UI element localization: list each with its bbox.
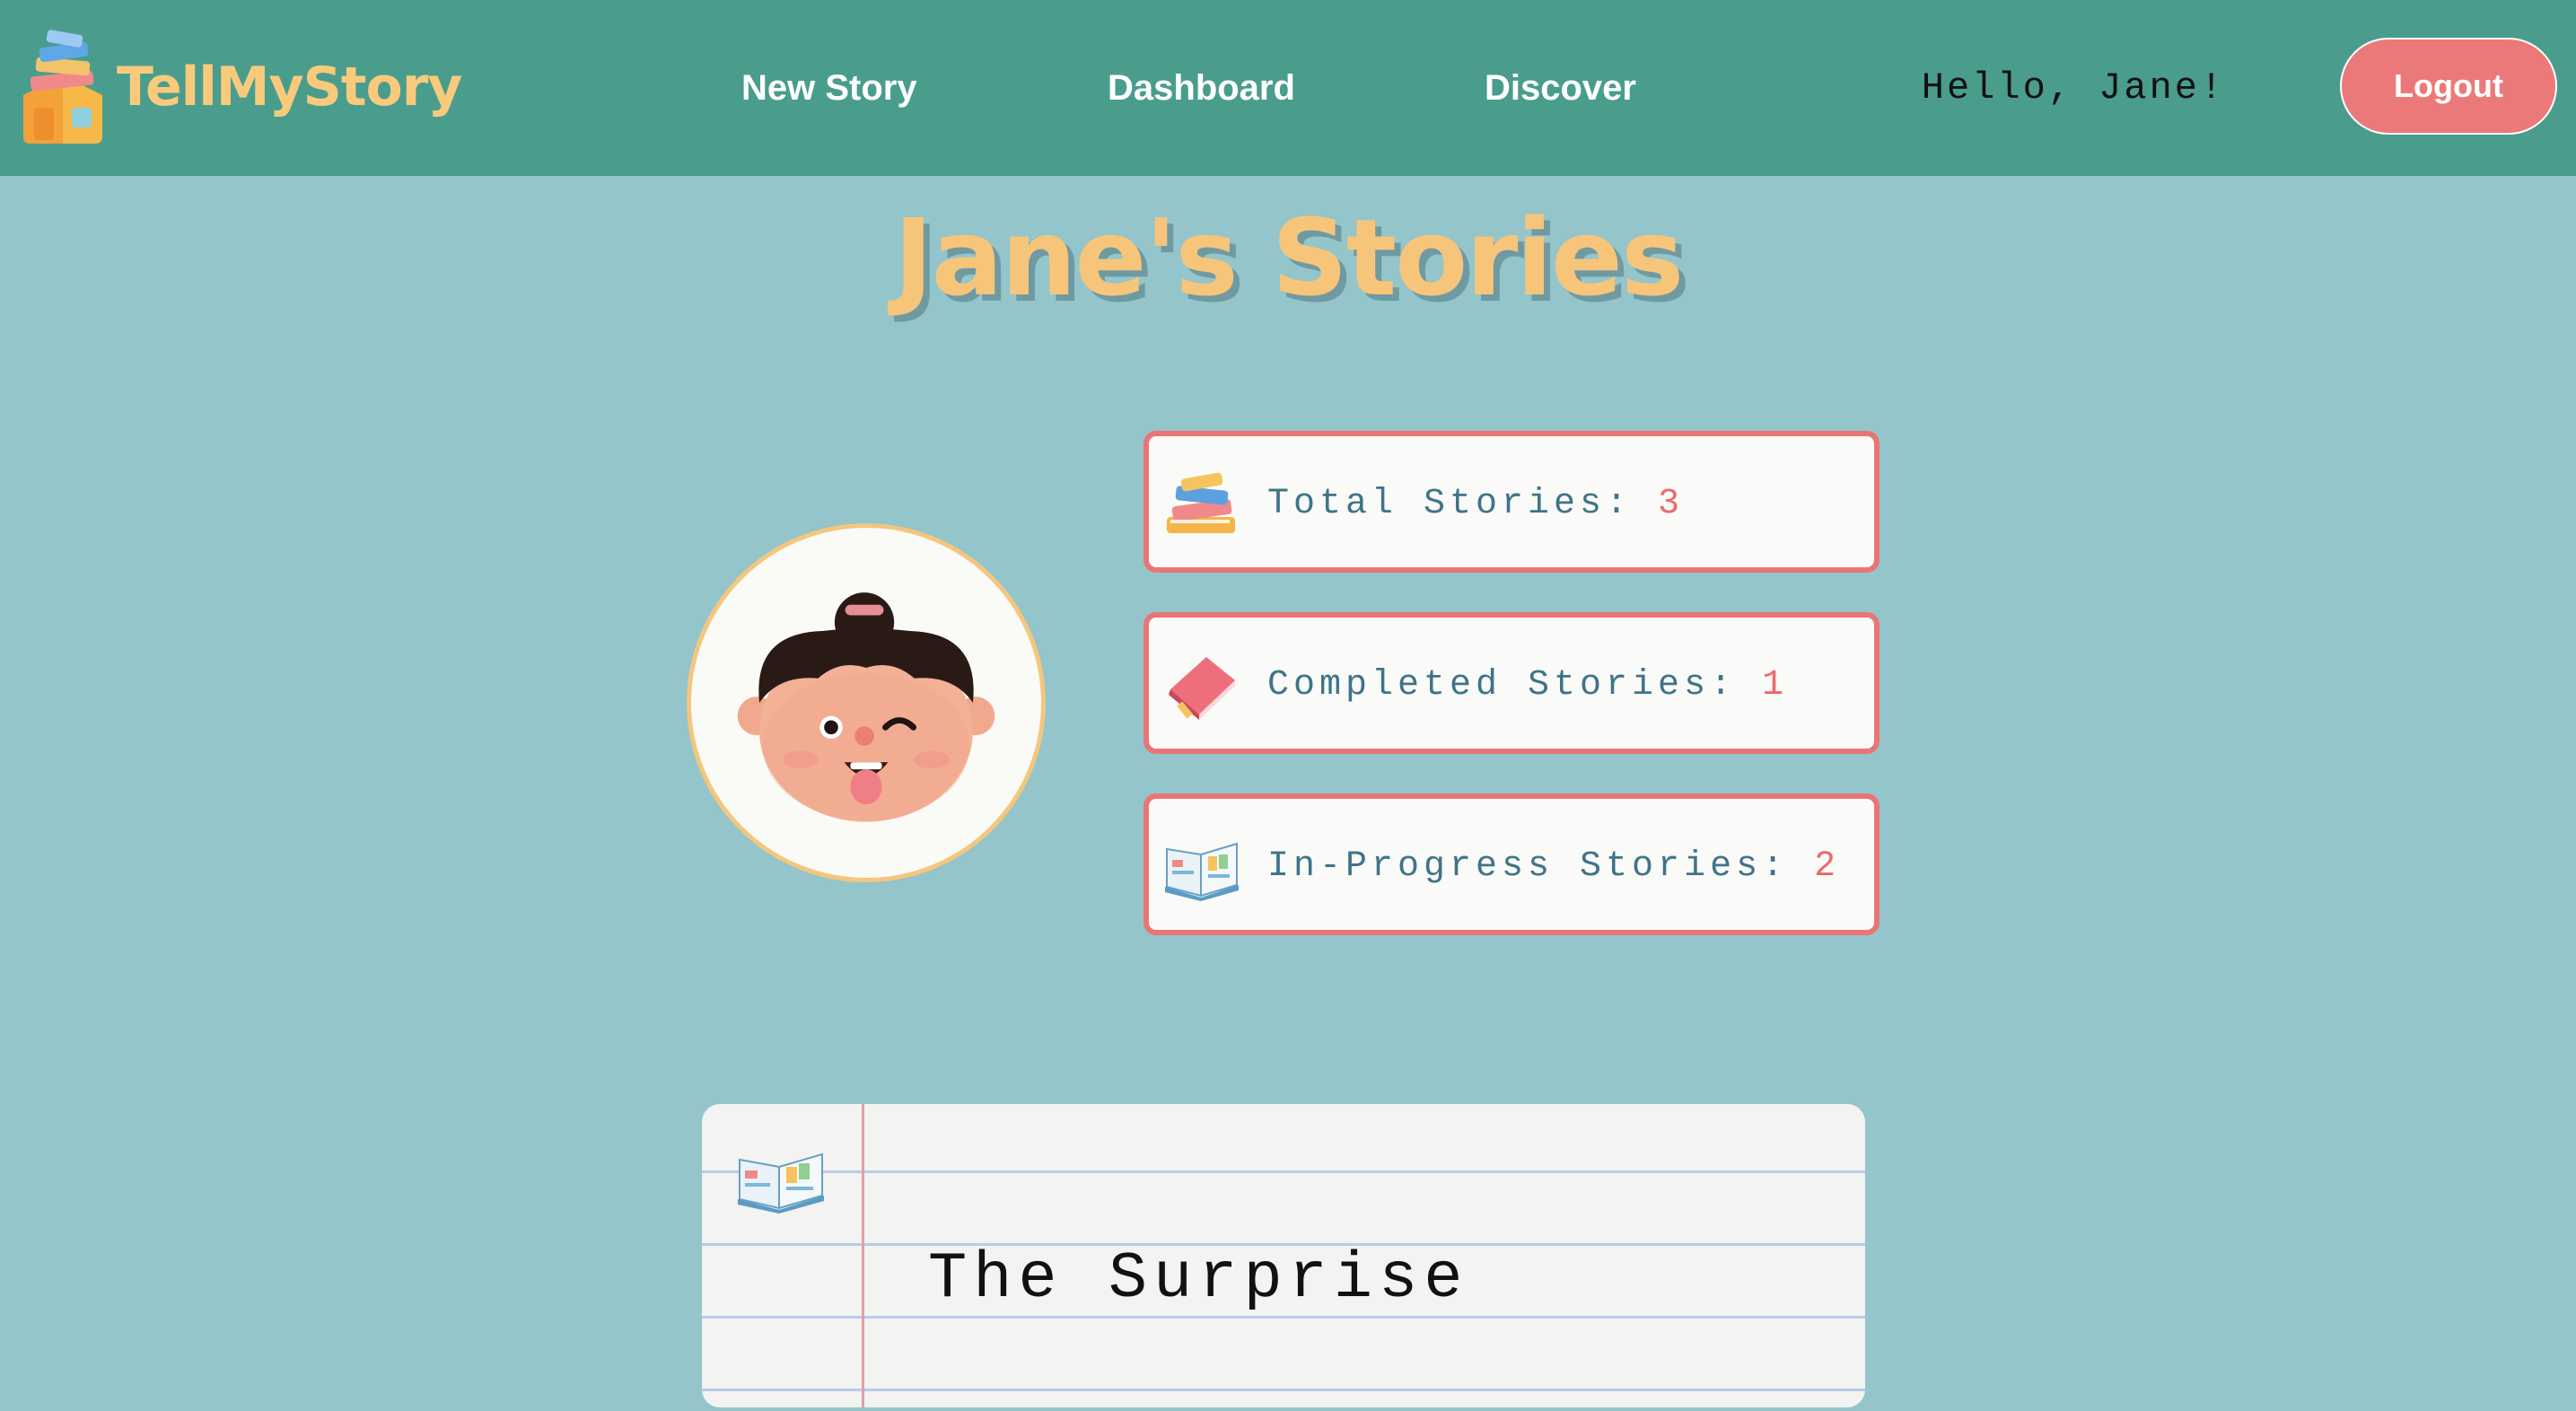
closed-book-icon [1169, 657, 1235, 720]
books-house-logo-icon [23, 30, 102, 144]
app-logo[interactable]: TellMyStory [16, 20, 465, 154]
nav-new-story[interactable]: New Story [741, 59, 917, 117]
stat-label-total: Total Stories: [1267, 484, 1659, 524]
stat-card-in-progress: In-Progress Stories: 2 [1143, 793, 1879, 935]
stack-of-books-icon [1167, 472, 1235, 533]
notebook-margin-line [862, 1104, 864, 1407]
nav-discover[interactable]: Discover [1485, 59, 1636, 117]
open-book-icon [1165, 842, 1239, 901]
stat-count-completed: 1 [1762, 665, 1789, 706]
user-greeting: Hello, Jane! [1921, 66, 2226, 110]
stat-count-total: 3 [1658, 484, 1685, 524]
stat-label-in-progress: In-Progress Stories: [1267, 846, 1815, 887]
logout-button[interactable]: Logout [2340, 38, 2557, 135]
stat-card-total: Total Stories: 3 [1143, 431, 1879, 573]
winking-face-avatar-icon [737, 592, 995, 822]
page-title: Jane's Stories [893, 196, 1684, 320]
stat-label-completed: Completed Stories: [1267, 665, 1763, 706]
stat-count-in-progress: 2 [1814, 846, 1841, 887]
top-navbar: TellMyStory New Story Dashboard Discover… [0, 0, 2576, 176]
stat-card-completed: Completed Stories: 1 [1143, 612, 1879, 754]
open-book-icon [738, 1152, 824, 1214]
nav-dashboard[interactable]: Dashboard [1108, 59, 1295, 117]
user-avatar [687, 523, 1046, 882]
story-card[interactable]: The Surprise [702, 1104, 1865, 1407]
story-title[interactable]: The Surprise [928, 1239, 1468, 1319]
logo-text: TellMyStory [117, 56, 462, 118]
